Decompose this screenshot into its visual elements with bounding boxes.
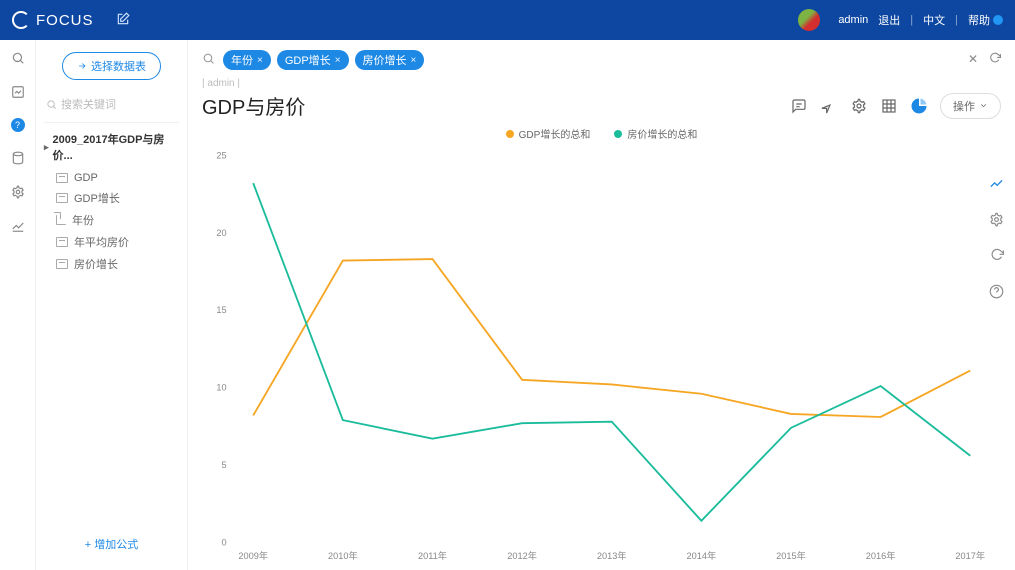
help-link[interactable]: 帮助 — [968, 12, 1003, 28]
icon-rail: ? — [0, 40, 36, 570]
chart-icon[interactable] — [10, 84, 26, 100]
dataset-title[interactable]: 2009_2017年GDP与房价... — [44, 131, 179, 163]
database-icon[interactable] — [10, 150, 26, 166]
gear-icon[interactable] — [850, 97, 868, 115]
refresh-icon[interactable] — [988, 52, 1001, 68]
arrow-icon — [77, 61, 87, 71]
main-panel: 年份 × GDP增长 × 房价增长 × ✕ | admin | GDP与房价 操作 — [188, 40, 1015, 570]
search-icon — [46, 99, 57, 110]
svg-text:2011年: 2011年 — [418, 550, 447, 561]
chart-title: GDP与房价 — [202, 91, 305, 120]
close-icon[interactable]: × — [411, 55, 417, 66]
field-type-icon — [56, 193, 68, 203]
sidebar-search[interactable]: 搜索关键词 — [44, 92, 179, 123]
title-actions: 操作 — [790, 93, 1001, 119]
legend-label: 房价增长的总和 — [627, 126, 697, 141]
gear-icon[interactable] — [10, 184, 26, 200]
logo-mark-icon — [12, 11, 30, 29]
search-icon[interactable] — [202, 52, 215, 68]
chip-row: 年份 × GDP增长 × 房价增长 × ✕ — [202, 50, 1001, 70]
field-item[interactable]: GDP — [44, 169, 179, 187]
field-label: GDP — [74, 172, 98, 184]
close-icon[interactable]: × — [335, 55, 341, 66]
refresh-icon[interactable] — [987, 246, 1005, 264]
pin-icon[interactable] — [820, 97, 838, 115]
line-chart: 0 5 10 15 20 25 2009年 2010年 2011年 2012年 2013年 2014年… — [202, 145, 1001, 565]
chip-label: GDP增长 — [285, 52, 331, 68]
chevron-down-icon — [979, 101, 988, 110]
filter-chip[interactable]: 年份 × — [223, 50, 271, 70]
field-type-icon — [56, 215, 66, 225]
chart-area: GDP增长的总和 房价增长的总和 0 5 10 15 20 25 2009年 2010年 2011… — [202, 126, 1001, 568]
field-item[interactable]: GDP增长 — [44, 187, 179, 209]
svg-text:2015年: 2015年 — [776, 550, 806, 561]
line-chart-icon[interactable] — [987, 174, 1005, 192]
header-right: admin 退出 | 中文 | 帮助 — [798, 9, 1003, 31]
field-label: 年平均房价 — [74, 234, 129, 250]
legend-item[interactable]: GDP增长的总和 — [506, 126, 591, 141]
field-type-icon — [56, 173, 68, 183]
chart-legend: GDP增长的总和 房价增长的总和 — [202, 126, 1001, 141]
trend-icon[interactable] — [10, 218, 26, 234]
lang-link[interactable]: 中文 — [923, 12, 945, 28]
pie-chart-icon[interactable] — [910, 97, 928, 115]
svg-text:2012年: 2012年 — [507, 550, 537, 561]
field-item[interactable]: 年平均房价 — [44, 231, 179, 253]
separator: | — [955, 14, 958, 26]
svg-text:15: 15 — [216, 305, 226, 315]
sidebar: 选择数据表 搜索关键词 2009_2017年GDP与房价... GDP GDP增长… — [36, 40, 188, 570]
avatar[interactable] — [798, 9, 820, 31]
edit-icon[interactable] — [116, 12, 130, 29]
field-label: 年份 — [72, 212, 94, 228]
svg-text:10: 10 — [216, 383, 226, 393]
logout-link[interactable]: 退出 — [878, 12, 900, 28]
svg-text:2013年: 2013年 — [597, 550, 627, 561]
table-icon[interactable] — [880, 97, 898, 115]
field-label: GDP增长 — [74, 190, 120, 206]
filter-chip[interactable]: 房价增长 × — [355, 50, 425, 70]
filter-chip[interactable]: GDP增长 × — [277, 50, 349, 70]
legend-dot-icon — [506, 130, 514, 138]
close-icon[interactable]: ✕ — [968, 52, 978, 68]
select-table-label: 选择数据表 — [91, 58, 146, 74]
field-type-icon — [56, 259, 68, 269]
svg-text:25: 25 — [216, 150, 226, 160]
svg-text:5: 5 — [221, 460, 226, 470]
svg-text:0: 0 — [221, 538, 226, 548]
chart-tools — [987, 174, 1005, 300]
active-nav-icon[interactable]: ? — [11, 118, 25, 132]
svg-text:2009年: 2009年 — [238, 550, 268, 561]
svg-text:2010年: 2010年 — [328, 550, 358, 561]
field-type-icon — [56, 237, 68, 247]
brand-logo: FOCUS — [12, 11, 94, 29]
svg-text:2016年: 2016年 — [866, 550, 896, 561]
legend-item[interactable]: 房价增长的总和 — [614, 126, 697, 141]
gear-icon[interactable] — [987, 210, 1005, 228]
field-item[interactable]: 房价增长 — [44, 253, 179, 275]
field-label: 房价增长 — [74, 256, 118, 272]
chip-label: 房价增长 — [363, 52, 407, 68]
separator: | — [910, 14, 913, 26]
breadcrumb: | admin | — [202, 78, 1001, 89]
user-name[interactable]: admin — [838, 14, 868, 26]
field-item[interactable]: 年份 — [44, 209, 179, 231]
search-icon[interactable] — [10, 50, 26, 66]
search-placeholder: 搜索关键词 — [61, 96, 116, 112]
add-formula-button[interactable]: + 增加公式 — [44, 530, 179, 558]
help-icon[interactable] — [987, 282, 1005, 300]
legend-dot-icon — [614, 130, 622, 138]
close-icon[interactable]: × — [257, 55, 263, 66]
chip-label: 年份 — [231, 52, 253, 68]
brand-text: FOCUS — [36, 12, 94, 29]
comment-icon[interactable] — [790, 97, 808, 115]
svg-text:2017年: 2017年 — [955, 550, 985, 561]
svg-text:2014年: 2014年 — [687, 550, 717, 561]
legend-label: GDP增长的总和 — [519, 126, 591, 141]
app-header: FOCUS admin 退出 | 中文 | 帮助 — [0, 0, 1015, 40]
operations-button[interactable]: 操作 — [940, 93, 1001, 119]
select-table-button[interactable]: 选择数据表 — [62, 52, 161, 80]
svg-text:20: 20 — [216, 228, 226, 238]
